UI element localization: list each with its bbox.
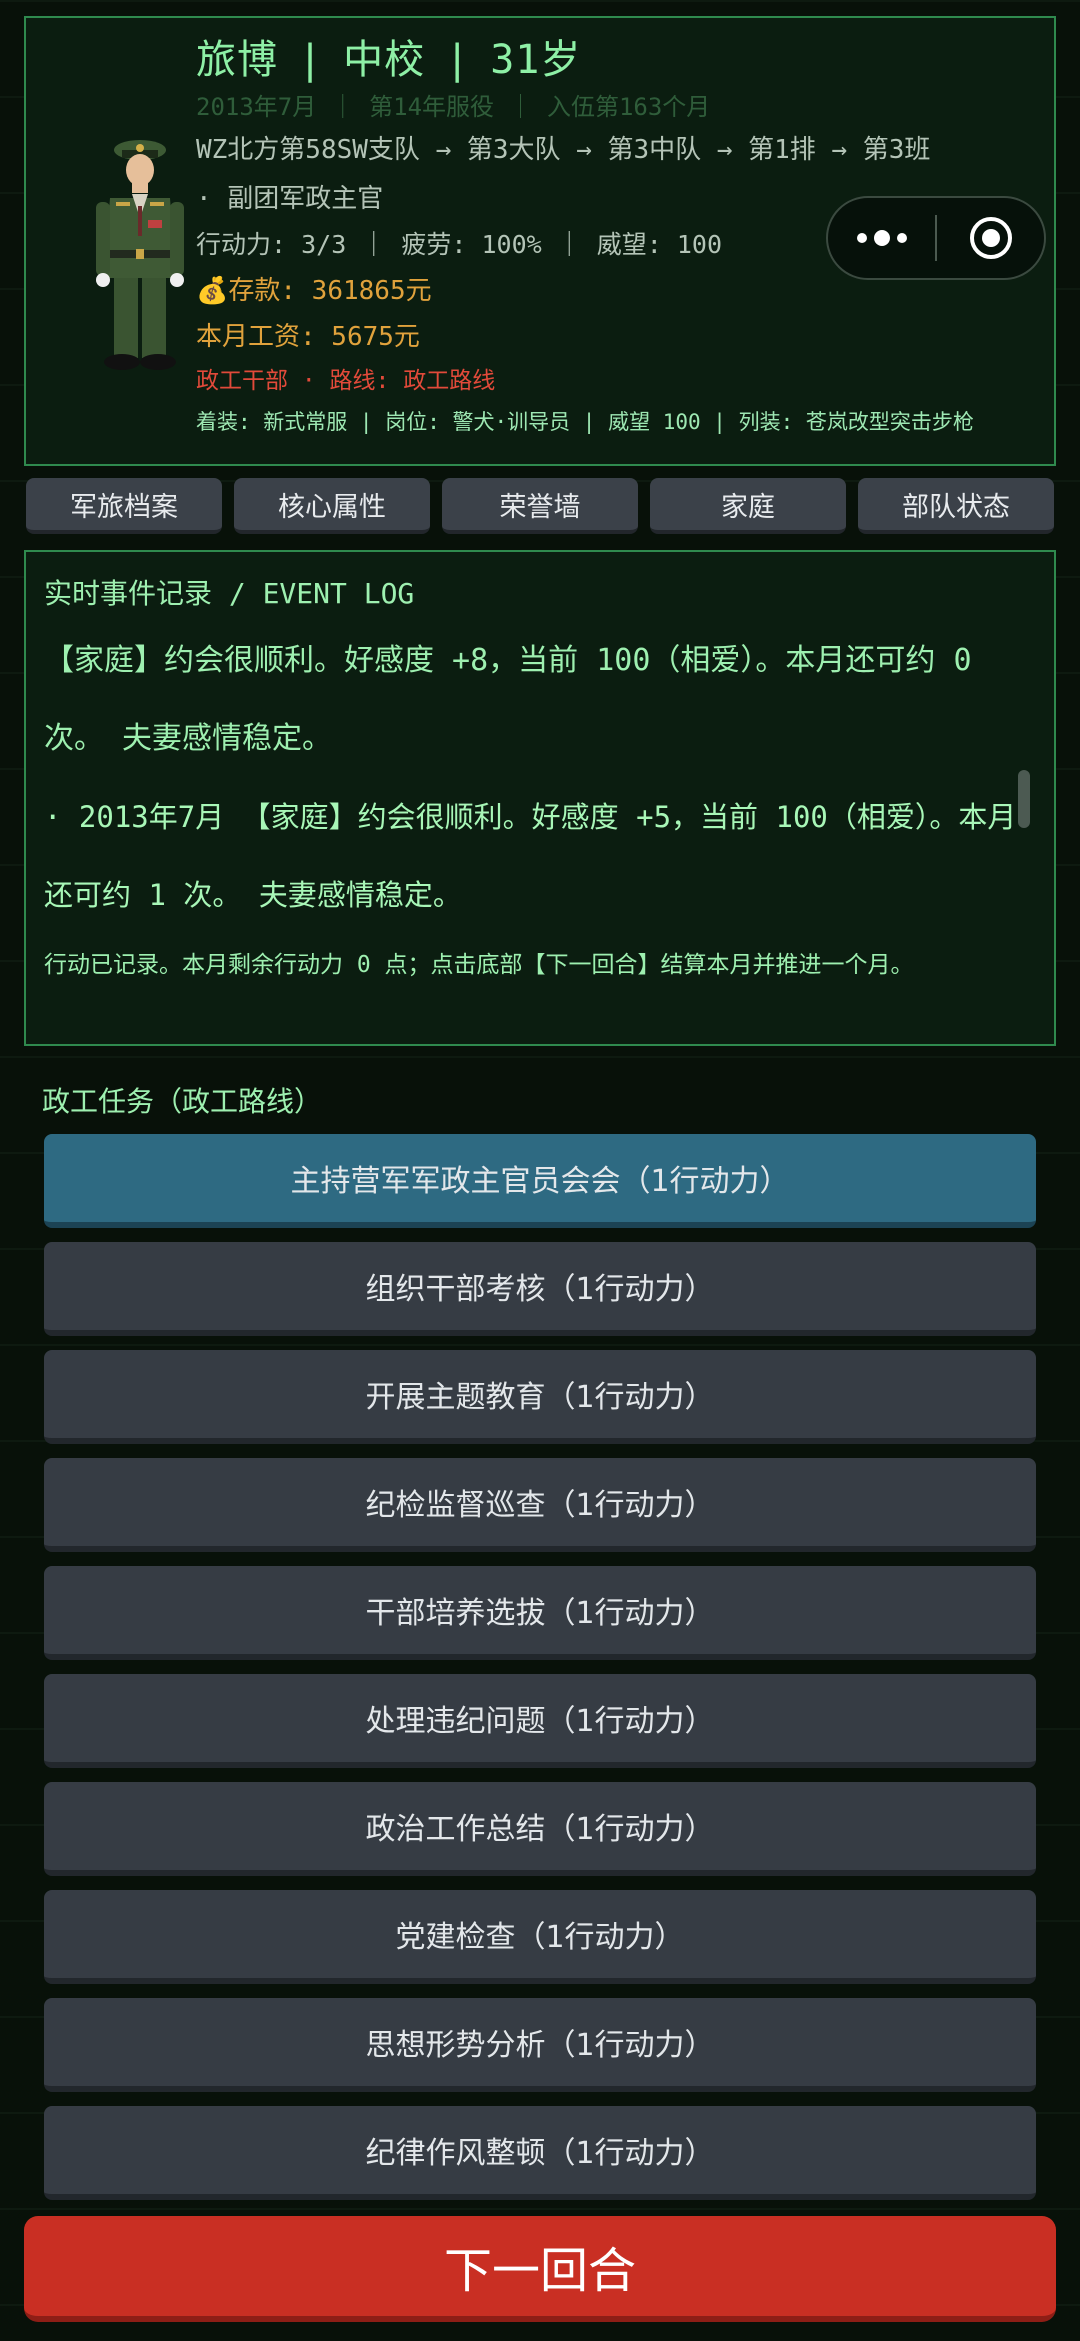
equipment-line: 着装: 新式常服 | 岗位: 警犬·训导员 | 威望 100 | 列装: 苍岚改… (196, 410, 974, 434)
heading-separator: | (298, 37, 324, 83)
event-log-panel[interactable]: 实时事件记录 / EVENT LOG 【家庭】约会很顺利。好感度 +8，当前 1… (24, 550, 1056, 1046)
task-button-cadre-training[interactable]: 干部培养选拔（1行动力） (44, 1566, 1036, 1660)
task-button-cadre-assessment[interactable]: 组织干部考核（1行动力） (44, 1242, 1036, 1336)
event-log-scrollbar[interactable] (1018, 770, 1030, 828)
event-log-note: 行动已记录。本月剩余行动力 0 点；点击底部【下一回合】结算本月并推进一个月。 (44, 952, 914, 978)
character-rank: 中校 (343, 37, 426, 83)
soldier-icon (96, 140, 184, 370)
character-name: 旅博 (196, 37, 278, 83)
tab-military-archive[interactable]: 军旅档案 (26, 478, 222, 534)
tab-honor-wall[interactable]: 荣誉墙 (442, 478, 638, 534)
more-dots-icon[interactable] (828, 198, 935, 278)
task-button-political-summary[interactable]: 政治工作总结（1行动力） (44, 1782, 1036, 1876)
tab-family[interactable]: 家庭 (650, 478, 846, 534)
tab-core-attributes[interactable]: 核心属性 (234, 478, 430, 534)
miniprogram-capsule (826, 196, 1046, 280)
task-button-party-inspection[interactable]: 党建检查（1行动力） (44, 1890, 1036, 1984)
event-log-title: 实时事件记录 / EVENT LOG (44, 577, 415, 610)
task-button-host-meeting[interactable]: 主持营军军政主官员会会（1行动力） (44, 1134, 1036, 1228)
task-button-thought-analysis[interactable]: 思想形势分析（1行动力） (44, 1998, 1036, 2092)
task-button-theme-education[interactable]: 开展主题教育（1行动力） (44, 1350, 1036, 1444)
monthly-salary: 本月工资: 5675元 (196, 322, 420, 352)
target-close-icon[interactable] (937, 198, 1044, 278)
soldier-avatar (70, 128, 210, 378)
tab-bar: 军旅档案 核心属性 荣誉墙 家庭 部队状态 (26, 478, 1054, 534)
service-date-line: 2013年7月 ｜ 第14年服役 ｜ 入伍第163个月 (196, 93, 711, 121)
task-button-discipline-rectification[interactable]: 纪律作风整顿（1行动力） (44, 2106, 1036, 2200)
event-log-entry: · 2013年7月 【家庭】约会很顺利。好感度 +5，当前 100（相爱）。本月… (44, 800, 1017, 912)
task-button-discipline-inspection[interactable]: 纪检监督巡查（1行动力） (44, 1458, 1036, 1552)
character-age: 31岁 (490, 37, 582, 83)
heading-separator: | (445, 37, 471, 83)
unit-path: WZ北方第58SW支队 → 第3大队 → 第3中队 → 第1排 → 第3班 (196, 135, 931, 165)
tab-unit-status[interactable]: 部队状态 (858, 478, 1054, 534)
career-route: 政工干部 · 路线: 政工路线 (196, 368, 496, 394)
event-log-entries: 【家庭】约会很顺利。好感度 +8，当前 100（相爱）。本月还可约 0 次。 夫… (44, 622, 1029, 934)
profile-heading: 旅博 | 中校 | 31岁 (196, 30, 1044, 90)
tasks-section-label: 政工任务（政工路线） (42, 1085, 323, 1118)
next-round-button[interactable]: 下一回合 (24, 2216, 1056, 2322)
event-log-entry: 【家庭】约会很顺利。好感度 +8，当前 100（相爱）。本月还可约 0 次。 夫… (44, 643, 972, 756)
task-button-handle-violations[interactable]: 处理违纪问题（1行动力） (44, 1674, 1036, 1768)
task-list: 主持营军军政主官员会会（1行动力） 组织干部考核（1行动力） 开展主题教育（1行… (44, 1134, 1036, 2214)
